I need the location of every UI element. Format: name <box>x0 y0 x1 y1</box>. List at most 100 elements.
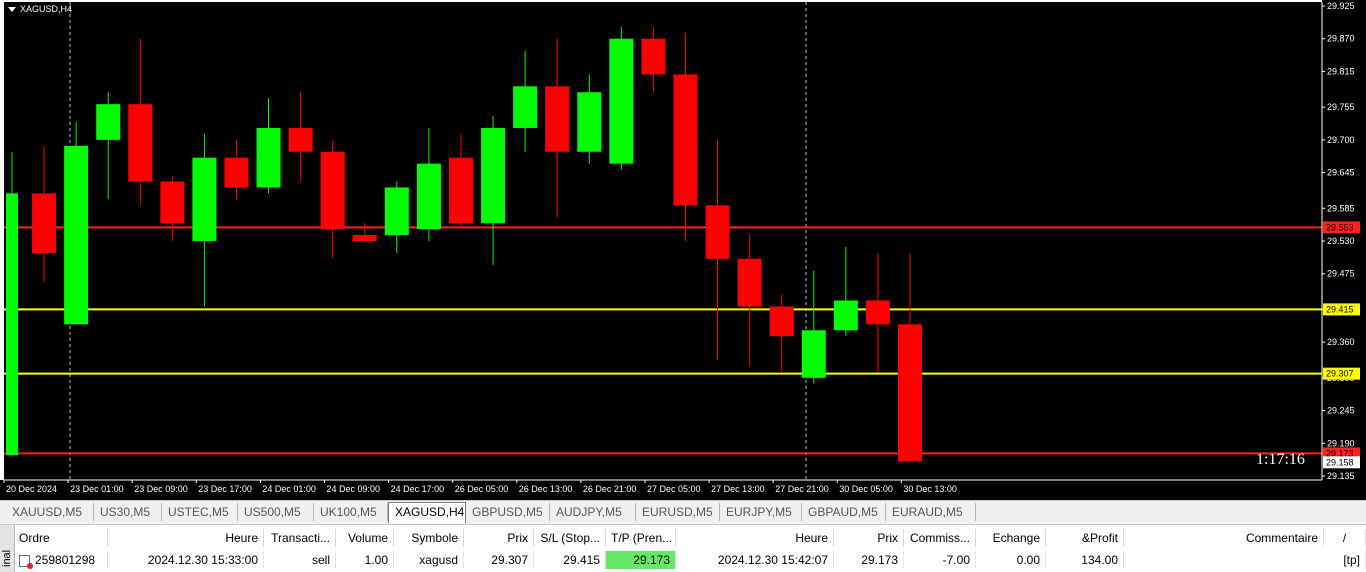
candle-body <box>609 38 634 164</box>
candle-body <box>705 205 730 259</box>
y-tick-label: 29.755 <box>1327 102 1355 112</box>
cell-close-time: 2024.12.30 15:42:07 <box>676 551 834 569</box>
column-header[interactable]: S/L (Stop... <box>534 529 606 547</box>
x-tick-label: 24 Dec 17:00 <box>391 484 445 494</box>
tab-uk100-m5[interactable]: UK100,M5 <box>314 503 388 521</box>
x-tick-label: 24 Dec 09:00 <box>327 484 381 494</box>
terminal-panel: inal Ordre Heure Transacti... Volume Symbole… <box>0 524 1366 572</box>
tab-us30-m5[interactable]: US30,M5 <box>94 503 162 521</box>
chart-menu-triangle-icon[interactable] <box>8 7 16 13</box>
x-tick-label: 23 Dec 09:00 <box>134 484 188 494</box>
tab-gbpusd-m5[interactable]: GBPUSD,M5 <box>466 503 550 521</box>
column-header[interactable]: Heure <box>108 529 264 547</box>
order-closed-icon <box>19 554 33 569</box>
candle-body <box>192 157 217 241</box>
tab-eurusd-m5[interactable]: EURUSD,M5 <box>636 503 720 521</box>
candle-body <box>224 157 249 188</box>
candle-body <box>577 92 602 152</box>
tab-audjpy-m5[interactable]: AUDJPY,M5 <box>550 503 636 521</box>
column-header[interactable]: Echange <box>976 529 1046 547</box>
x-tick-label: 26 Dec 21:00 <box>583 484 637 494</box>
price-level-tag-label: 29.307 <box>1326 369 1354 379</box>
candle-body <box>352 235 377 241</box>
y-tick-label: 29.815 <box>1327 66 1355 76</box>
tab-euraud-m5[interactable]: EURAUD,M5 <box>886 503 976 521</box>
y-tick-label: 29.135 <box>1327 471 1355 481</box>
x-tick-label: 27 Dec 05:00 <box>647 484 701 494</box>
tab-us500-m5[interactable]: US500,M5 <box>238 503 314 521</box>
y-tick-label: 29.870 <box>1327 34 1355 44</box>
x-tick-label: 27 Dec 21:00 <box>775 484 829 494</box>
candle-body <box>865 300 890 325</box>
cell-profit: 134.00 <box>1046 551 1124 569</box>
y-tick-label: 29.700 <box>1327 135 1355 145</box>
current-price-tag-label: 29.158 <box>1326 457 1354 467</box>
column-header[interactable]: Heure <box>676 529 834 547</box>
price-level-tag-label: 29.553 <box>1326 222 1354 232</box>
candle-body <box>288 127 313 152</box>
candle-body <box>96 104 121 140</box>
column-header[interactable]: Transacti... <box>264 529 336 547</box>
x-tick-label: 20 Dec 2024 <box>6 484 57 494</box>
tab-eurjpy-m5[interactable]: EURJPY,M5 <box>720 503 802 521</box>
tab-xauusd-m5[interactable]: XAUUSD,M5 <box>6 503 94 521</box>
tab-xagusd-h4[interactable]: XAGUSD,H4 <box>388 502 466 523</box>
y-tick-label: 29.925 <box>1327 1 1355 11</box>
y-tick-label: 29.475 <box>1327 269 1355 279</box>
cell-symbol: xagusd <box>394 551 464 569</box>
y-tick-label: 29.245 <box>1327 406 1355 416</box>
column-header[interactable]: Symbole <box>394 529 464 547</box>
column-header[interactable]: Prix <box>834 529 904 547</box>
chart-tabs-bar: XAUUSD,M5 US30,M5 USTEC,M5 US500,M5 UK100,M5… <box>0 500 1366 523</box>
x-tick-label: 24 Dec 01:00 <box>262 484 316 494</box>
candle-body <box>481 127 506 224</box>
terminal-side-label[interactable]: inal <box>0 525 15 572</box>
column-header[interactable]: Ordre <box>14 529 108 547</box>
candle-body <box>160 181 185 224</box>
candle-body <box>256 127 281 188</box>
column-header[interactable]: Prix <box>464 529 534 547</box>
column-header[interactable]: Commentaire <box>1124 529 1324 547</box>
cell-sl: 29.415 <box>534 551 606 569</box>
column-header[interactable]: / <box>1324 529 1366 547</box>
candle-body <box>416 163 441 230</box>
y-tick-label: 29.530 <box>1327 236 1355 246</box>
y-tick-label: 29.585 <box>1327 203 1355 213</box>
x-tick-label: 26 Dec 05:00 <box>455 484 509 494</box>
candle-body <box>641 38 666 75</box>
chart-title[interactable]: XAGUSD,H4 <box>8 4 72 14</box>
price-level-tag-label: 29.415 <box>1326 304 1354 314</box>
cell-order: 259801298 <box>14 551 108 569</box>
x-tick-label: 27 Dec 13:00 <box>711 484 765 494</box>
cell-commission: -7.00 <box>904 551 976 569</box>
candle-body <box>448 157 473 224</box>
candle-body <box>545 86 570 152</box>
chart-symbol-label: XAGUSD,H4 <box>20 4 73 14</box>
candle-body <box>32 193 57 253</box>
candle-countdown: 1:17:16 <box>1256 451 1305 468</box>
candle-body <box>769 306 794 337</box>
candle-body <box>320 151 345 230</box>
candle-body <box>384 187 409 236</box>
column-header[interactable]: T/P (Pren... <box>606 529 676 547</box>
x-tick-label: 30 Dec 13:00 <box>903 484 957 494</box>
cell-tp: 29.173 <box>606 551 676 569</box>
tab-gbpaud-m5[interactable]: GBPAUD,M5 <box>802 503 886 521</box>
cell-close-price: 29.173 <box>834 551 904 569</box>
cell-swap: 0.00 <box>976 551 1046 569</box>
candle-body <box>64 145 89 325</box>
tab-ustec-m5[interactable]: USTEC,M5 <box>162 503 238 521</box>
x-tick-label: 23 Dec 17:00 <box>198 484 252 494</box>
y-tick-label: 29.645 <box>1327 168 1355 178</box>
column-header[interactable]: Commiss... <box>904 529 976 547</box>
candle-body <box>897 324 922 462</box>
column-header[interactable]: &Profit <box>1046 529 1124 547</box>
chart-window[interactable]: 29.925 29.870 29.815 29.755 29.700 29.645 29.5… <box>0 0 1366 500</box>
price-chart[interactable]: 29.925 29.870 29.815 29.755 29.700 29.645 29.5… <box>0 0 1366 500</box>
cell-comment: [tp] <box>1124 551 1366 569</box>
cell-open-price: 29.307 <box>464 551 534 569</box>
column-header[interactable]: Volume <box>336 529 394 547</box>
cell-open-time: 2024.12.30 15:33:00 <box>108 551 264 569</box>
y-tick-label: 29.360 <box>1327 337 1355 347</box>
candle-body <box>128 104 153 182</box>
